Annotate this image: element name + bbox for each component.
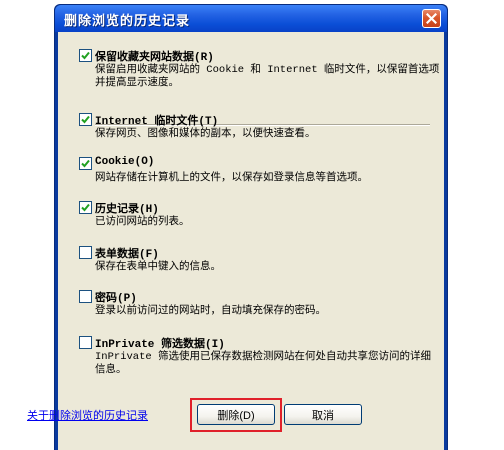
title-bar[interactable]: 删除浏览的历史记录 [55,5,447,32]
about-history-link[interactable]: 关于删除浏览的历史记录 [27,407,148,423]
favorites-checkbox[interactable] [79,49,92,62]
close-icon [426,13,437,24]
checkmark-icon [81,159,90,168]
form-data-label[interactable]: 表单数据(F) [95,245,159,261]
history-checkbox[interactable] [79,201,92,214]
passwords-label[interactable]: 密码(P) [95,289,137,305]
dialog-body: 保留收藏夹网站数据(R) 保留启用收藏夹网站的 Cookie 和 Interne… [58,32,444,450]
cookies-description: 网站存储在计算机上的文件，以保存如登录信息等首选项。 [95,172,368,184]
cookies-checkbox[interactable] [79,157,92,170]
dialog-title: 删除浏览的历史记录 [64,13,191,28]
checkmark-icon [81,51,90,60]
passwords-checkbox[interactable] [79,290,92,303]
temp-files-label[interactable]: Internet 临时文件(T) [95,112,218,128]
form-data-description: 保存在表单中键入的信息。 [95,261,221,273]
history-label[interactable]: 历史记录(H) [95,200,159,216]
form-data-checkbox[interactable] [79,246,92,259]
favorites-label[interactable]: 保留收藏夹网站数据(R) [95,48,214,64]
checkmark-icon [81,203,90,212]
inprivate-description: InPrivate 筛选使用已保存数据检测网站在何处自动共享您访问的详细信息。 [95,351,432,376]
close-button[interactable] [422,9,441,28]
cancel-button[interactable]: 取消 [284,404,362,425]
favorites-description: 保留启用收藏夹网站的 Cookie 和 Internet 临时文件，以保留首选项… [95,64,440,89]
delete-history-dialog: 删除浏览的历史记录 保留收藏夹网站数据(R) 保留启用收藏夹网站的 Cookie… [54,4,448,450]
delete-button[interactable]: 删除(D) [197,404,275,425]
temp-files-description: 保存网页、图像和媒体的副本，以便快速查看。 [95,128,316,140]
inprivate-label[interactable]: InPrivate 筛选数据(I) [95,335,225,351]
history-description: 已访问网站的列表。 [95,216,190,228]
passwords-description: 登录以前访问过的网站时，自动填充保存的密码。 [95,305,326,317]
temp-files-checkbox[interactable] [79,113,92,126]
inprivate-checkbox[interactable] [79,336,92,349]
cookies-label[interactable]: Cookie(O) [95,156,154,168]
checkmark-icon [81,115,90,124]
